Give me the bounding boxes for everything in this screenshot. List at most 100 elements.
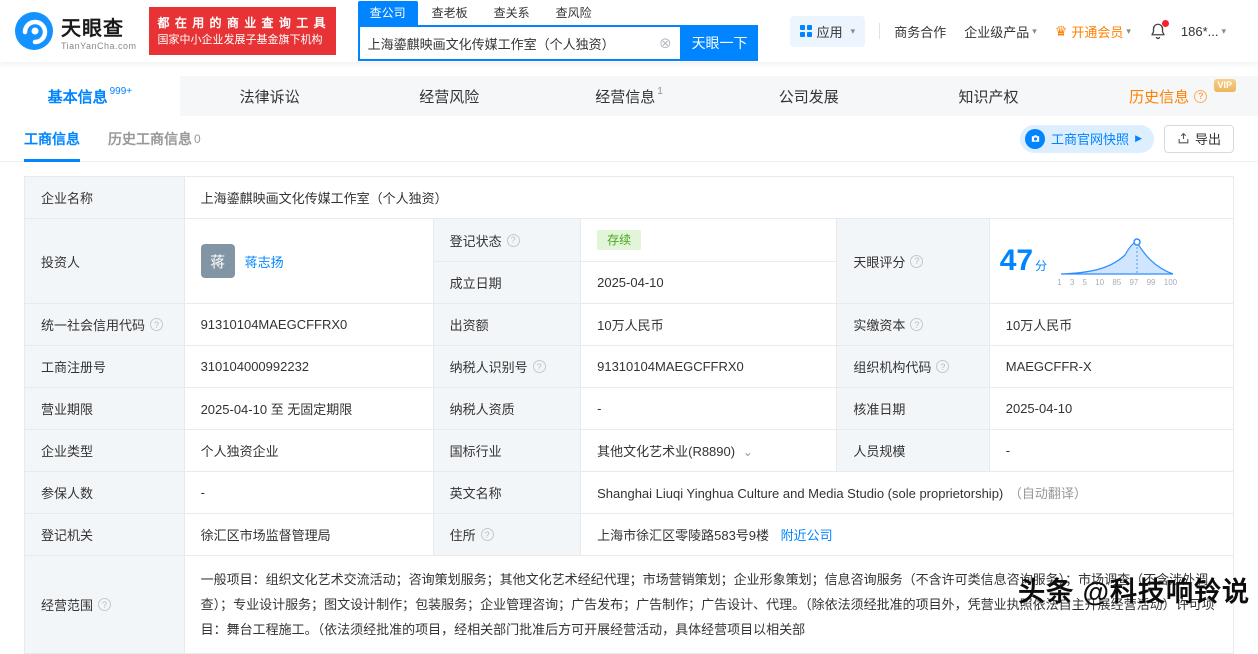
nav-enterprise-products[interactable]: 企业级产品 ▾ [964,22,1037,41]
search-tab-risk[interactable]: 查风险 [544,1,604,25]
notifications-bell[interactable] [1149,22,1167,40]
label-text: 经营范围 [41,595,93,614]
apps-menu[interactable]: 应用 ▾ [790,16,866,47]
help-icon[interactable]: ? [910,318,923,331]
company-name-value: 上海鎏麒映画文化传媒工作室（个人独资） [184,177,1233,219]
subtab-label: 历史工商信息 [108,129,192,149]
label-text: 统一社会信用代码 [41,315,145,334]
score-cell[interactable]: 47分 13 510 8597 99100 [989,219,1233,304]
field-label: 营业期限 [25,388,185,430]
auto-translate-note: （自动翻译） [1009,486,1087,501]
toolbar-actions: 工商官网快照 ▶ 导出 [1020,125,1234,153]
search-button[interactable]: 天眼一下 [682,25,758,61]
field-label: 住所 ? [433,514,580,556]
reg-number-value: 310104000992232 [184,346,433,388]
field-label: 出资额 [433,304,580,346]
insured-count-value: - [184,472,433,514]
table-row: 企业类型 个人独资企业 国标行业 其他文化艺术业(R8890) ⌄ 人员规模 - [25,430,1234,472]
tab-label: 知识产权 [958,86,1018,107]
capital-value: 10万人民币 [581,304,837,346]
slogan-line2: 国家中小企业发展子基金旗下机构 [158,32,327,49]
header-nav: 应用 ▾ 商务合作 企业级产品 ▾ ♛ 开通会员 ▾ 186*... ▾ [790,16,1244,47]
tianyancha-logo[interactable]: 天眼查 TianYanCha.com [14,11,137,51]
tab-operating-risk[interactable]: 经营风险 [359,76,539,116]
camera-icon [1025,129,1045,149]
english-name-value: Shanghai Liuqi Yinghua Culture and Media… [581,472,1234,514]
investor-avatar[interactable]: 蒋 [201,244,235,278]
company-tabbar: 基本信息 999+ 法律诉讼 经营风险 经营信息 1 公司发展 知识产权 历史信… [0,76,1258,116]
arrow-right-icon: ▶ [1135,133,1142,144]
export-icon [1177,132,1190,145]
clear-icon[interactable]: ⊗ [659,36,672,51]
tianyancha-logo-icon [14,11,54,51]
tab-history-info[interactable]: 历史信息 ? VIP [1078,76,1258,116]
subtab-history-business-info[interactable]: 历史工商信息 0 [108,116,201,162]
tab-basic-info[interactable]: 基本信息 999+ [0,76,180,116]
search-input[interactable] [368,36,659,51]
grid-icon [800,25,812,37]
help-icon[interactable]: ? [98,598,111,611]
search-tab-boss[interactable]: 查老板 [420,1,480,25]
help-icon[interactable]: ? [936,360,949,373]
nav-open-vip[interactable]: ♛ 开通会员 ▾ [1055,22,1131,41]
label-text: 组织机构代码 [853,357,931,376]
chevron-down-icon[interactable]: ⌄ [743,445,753,459]
investor-name-link[interactable]: 蒋志扬 [245,252,284,271]
tab-label: 法律诉讼 [240,86,300,107]
score-curve [1057,236,1177,278]
official-snapshot-button[interactable]: 工商官网快照 ▶ [1020,125,1154,153]
search-tab-relations[interactable]: 查关系 [482,1,542,25]
divider [879,23,880,39]
nav-business-cooperation[interactable]: 商务合作 [894,22,946,41]
subtab-business-info[interactable]: 工商信息 [24,116,80,162]
status-badge: 存续 [597,230,641,250]
tab-count: 999+ [110,86,133,97]
english-name-text: Shanghai Liuqi Yinghua Culture and Media… [597,486,1003,501]
help-icon[interactable]: ? [150,318,163,331]
vip-badge: VIP [1214,79,1237,92]
tab-legal-proceedings[interactable]: 法律诉讼 [180,76,360,116]
field-label: 人员规模 [837,430,989,472]
credit-code-value: 91310104MAEGCFFRX0 [184,304,433,346]
apps-label: 应用 [817,22,843,41]
table-row: 统一社会信用代码 ? 91310104MAEGCFFRX0 出资额 10万人民币… [25,304,1234,346]
address-value: 上海市徐汇区零陵路583号9楼 附近公司 [581,514,1234,556]
search-box[interactable]: ⊗ [358,25,682,61]
snapshot-label: 工商官网快照 [1051,129,1129,148]
est-date-value: 2025-04-10 [581,262,837,304]
export-button[interactable]: 导出 [1164,125,1234,153]
field-label: 天眼评分 ? [837,219,989,304]
reg-status-value: 存续 [581,219,837,262]
subtab-count: 0 [194,132,201,146]
nearby-companies-link[interactable]: 附近公司 [781,528,833,543]
header: 天眼查 TianYanCha.com 都 在 用 的 商 业 查 询 工 具 国… [0,0,1258,62]
table-row: 营业期限 2025-04-10 至 无固定期限 纳税人资质 - 核准日期 202… [25,388,1234,430]
investor-cell: 蒋 蒋志扬 [184,219,433,304]
help-icon[interactable]: ? [910,255,923,268]
tab-operating-info[interactable]: 经营信息 1 [539,76,719,116]
help-icon[interactable]: ? [507,234,520,247]
help-icon[interactable]: ? [1194,90,1207,103]
tab-intellectual-property[interactable]: 知识产权 [899,76,1079,116]
slogan-banner: 都 在 用 的 商 业 查 询 工 具 国家中小企业发展子基金旗下机构 [149,7,336,56]
account-phone[interactable]: 186*... ▾ [1181,24,1226,39]
field-label: 登记状态 ? [433,219,580,262]
tab-label: 经营信息 [595,86,655,107]
field-label: 统一社会信用代码 ? [25,304,185,346]
help-icon[interactable]: ? [481,528,494,541]
caret-down-icon: ▾ [851,26,856,37]
help-icon[interactable]: ? [533,360,546,373]
taxpayer-id-value: 91310104MAEGCFFRX0 [581,346,837,388]
field-label: 纳税人资质 [433,388,580,430]
field-label: 企业名称 [25,177,185,219]
caret-down-icon: ▾ [1032,26,1037,37]
table-row: 企业名称 上海鎏麒映画文化传媒工作室（个人独资） [25,177,1234,219]
field-label: 成立日期 [433,262,580,304]
score-distribution-chart: 13 510 8597 99100 [1057,236,1177,287]
field-label: 经营范围 ? [25,556,185,654]
export-label: 导出 [1195,129,1221,148]
tab-company-development[interactable]: 公司发展 [719,76,899,116]
search-tab-company[interactable]: 查公司 [358,1,418,25]
taxpayer-quality-value: - [581,388,837,430]
reg-authority-value: 徐汇区市场监督管理局 [184,514,433,556]
